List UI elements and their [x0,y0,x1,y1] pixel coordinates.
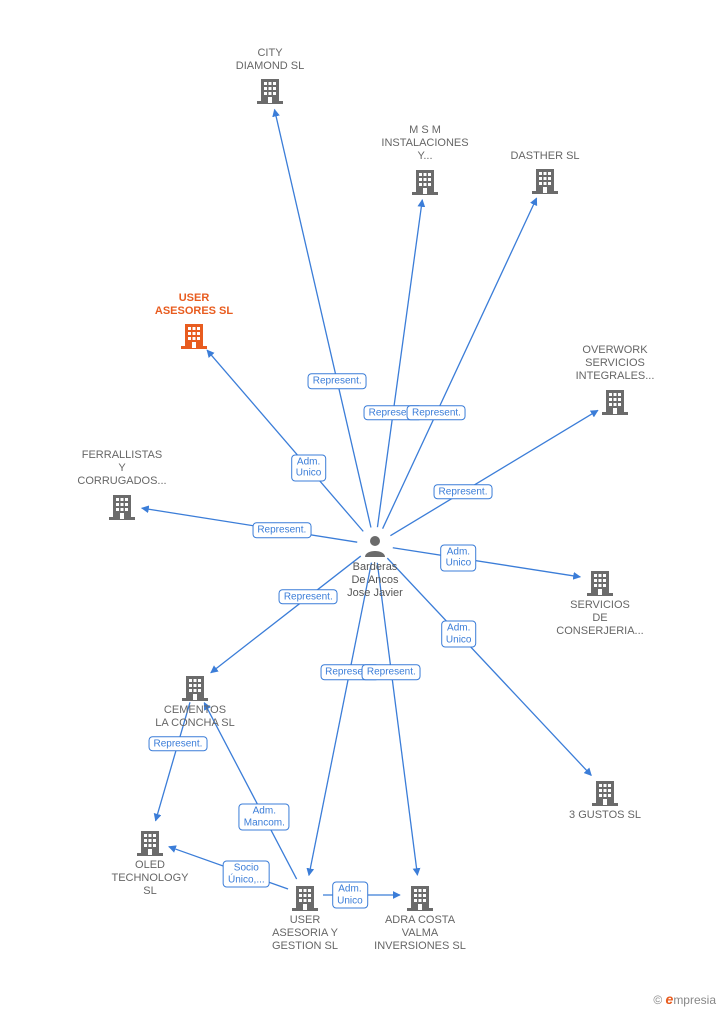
edge-line [377,200,422,527]
company-label: OLED TECHNOLOGY SL [95,859,205,899]
company-node-cementos[interactable]: CEMENTOS LA CONCHA SL [140,670,250,730]
edge-label: Represent. [364,405,423,421]
person-label: Barderas De Ancos Jose Javier [325,561,425,601]
company-node-ferrallistas[interactable]: FERRALLISTAS Y CORRUGADOS... [67,449,177,523]
edge-label: Adm. Unico [441,544,477,571]
copyright-symbol: © [653,993,662,1007]
edge-label: Adm. Unico [441,621,477,648]
edge-label: Represent. [252,523,311,539]
edge-label: Adm. Unico [291,454,327,481]
edge-label: Represent. [308,373,367,389]
edge-line [383,198,537,529]
company-node-dasther[interactable]: DASTHER SL [490,150,600,197]
company-label: ADRA COSTA VALMA INVERSIONES SL [365,914,475,954]
person-node-center[interactable]: Barderas De Ancos Jose Javier [325,531,425,601]
company-node-user-asesoria[interactable]: USER ASESORIA Y GESTION SL [250,880,360,954]
brand-rest: mpresia [673,993,716,1007]
company-label: 3 GUSTOS SL [550,809,660,822]
edge-label: Represent. [320,664,379,680]
edge-label: Represent. [362,664,421,680]
company-node-adra[interactable]: ADRA COSTA VALMA INVERSIONES SL [365,880,475,954]
company-label: SERVICIOS DE CONSERJERIA... [545,599,655,639]
company-label: DASTHER SL [490,150,600,163]
edge-label: Represent. [407,405,466,421]
company-label: USER ASESORIA Y GESTION SL [250,914,360,954]
company-node-city-diamond[interactable]: CITY DIAMOND SL [215,47,325,107]
company-label: FERRALLISTAS Y CORRUGADOS... [67,449,177,489]
edge-label: Adm. Mancom. [239,804,290,831]
company-node-oled[interactable]: OLED TECHNOLOGY SL [95,825,205,899]
company-node-msm[interactable]: M S M INSTALACIONES Y... [370,124,480,198]
company-node-3gustos[interactable]: 3 GUSTOS SL [550,775,660,822]
edge-line [390,410,597,535]
diagram-canvas: Barderas De Ancos Jose Javier CITY DIAMON… [0,0,728,1015]
company-label: USER ASESORES SL [139,292,249,318]
company-label: OVERWORK SERVICIOS INTEGRALES... [560,344,670,384]
copyright: © empresia [653,991,716,1007]
edge-label: Represent. [148,736,207,752]
company-label: CITY DIAMOND SL [215,47,325,73]
company-label: M S M INSTALACIONES Y... [370,124,480,164]
edge-line [207,350,363,531]
edge-label: Represent. [434,484,493,500]
edge-line [309,563,372,876]
edge-line [377,563,417,875]
company-label: CEMENTOS LA CONCHA SL [140,704,250,730]
edge-line [274,109,370,527]
company-node-overwork[interactable]: OVERWORK SERVICIOS INTEGRALES... [560,344,670,418]
company-node-user-asesores[interactable]: USER ASESORES SL [139,292,249,352]
company-node-servicios-cons[interactable]: SERVICIOS DE CONSERJERIA... [545,565,655,639]
